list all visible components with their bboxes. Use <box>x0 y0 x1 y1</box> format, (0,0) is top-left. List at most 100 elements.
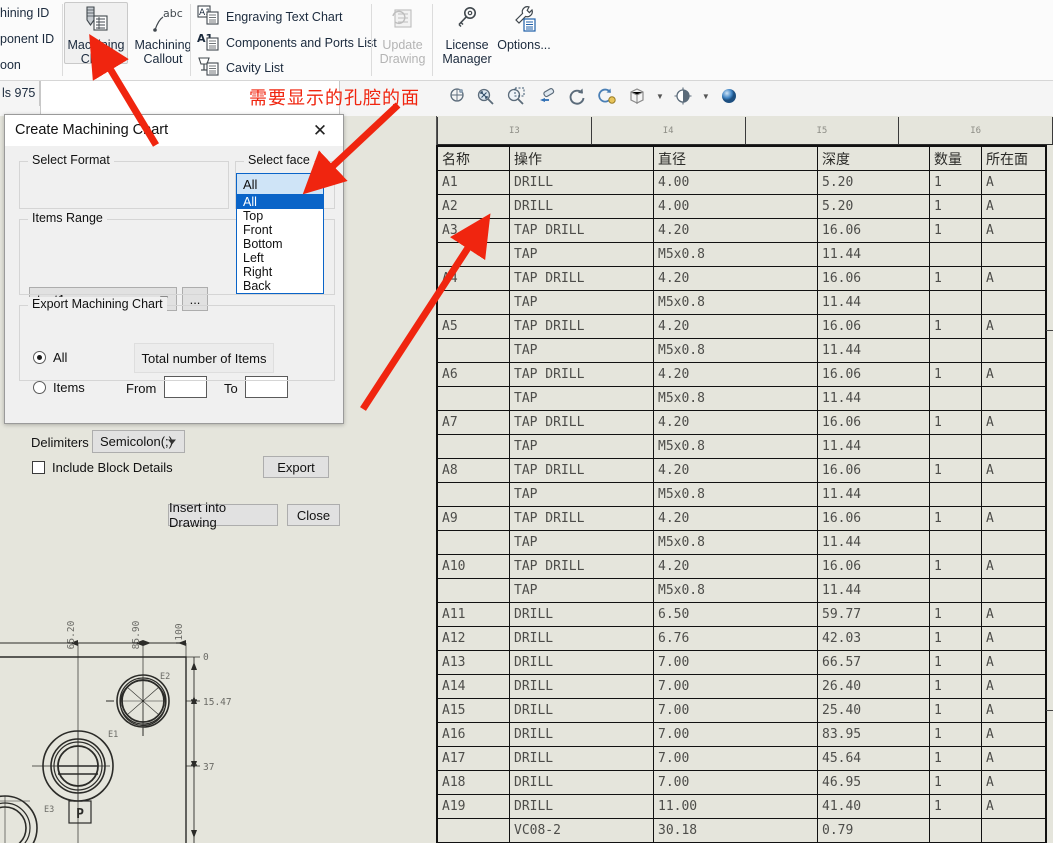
items-range-items-radio[interactable]: Items <box>33 380 85 395</box>
table-row[interactable]: A13 DRILL 7.00 66.57 1 A <box>437 650 1047 675</box>
rotate-icon[interactable] <box>564 82 590 110</box>
dim-0: 0 <box>203 652 209 663</box>
box-view-icon[interactable] <box>624 82 650 110</box>
ribbon-left-label-2[interactable]: ponent ID <box>0 32 54 46</box>
table-row[interactable]: A5 TAP DRILL 4.20 16.06 1 A <box>437 314 1047 339</box>
table-row[interactable]: A14 DRILL 7.00 26.40 1 A <box>437 674 1047 699</box>
ribbon-left-label-3[interactable]: oon <box>0 58 21 72</box>
feature-label-e2: E2 <box>160 672 170 682</box>
select-face-option[interactable]: Right <box>237 265 323 279</box>
table-row[interactable]: A10 TAP DRILL 4.20 16.06 1 A <box>437 554 1047 579</box>
table-cell: A <box>981 170 1047 195</box>
table-cell <box>437 242 510 267</box>
table-cell: TAP DRILL <box>509 554 654 579</box>
refresh-view-icon[interactable] <box>594 82 620 110</box>
table-row[interactable]: TAP M5x0.8 11.44 <box>437 434 1047 459</box>
ribbon-separator-4 <box>432 4 433 76</box>
update-drawing-button[interactable]: Update Drawing <box>375 4 430 66</box>
table-row[interactable]: A12 DRILL 6.76 42.03 1 A <box>437 626 1047 651</box>
select-face-option[interactable]: Back <box>237 279 323 293</box>
table-header-cell: 操作 <box>509 146 654 171</box>
close-button[interactable]: Close <box>287 504 340 526</box>
license-manager-button[interactable]: License Manager <box>437 4 497 66</box>
ribbon-left-label-1[interactable]: hining ID <box>0 6 49 20</box>
display-mode-chevron-down-icon[interactable]: ▼ <box>702 92 710 101</box>
table-row[interactable]: TAP M5x0.8 11.44 <box>437 386 1047 411</box>
table-cell <box>437 386 510 411</box>
engraving-text-chart-item[interactable]: A1 Engraving Text Chart <box>197 5 343 28</box>
components-ports-list-item[interactable]: A1 Components and Ports List <box>197 31 377 54</box>
cavity-list-item[interactable]: Cavity List <box>197 56 284 79</box>
table-cell: M5x0.8 <box>653 434 818 459</box>
table-cell: TAP <box>509 482 654 507</box>
select-face-option[interactable]: All <box>237 195 323 209</box>
zoom-previous-icon[interactable] <box>534 82 560 110</box>
table-cell: A <box>981 650 1047 675</box>
table-row[interactable]: A2 DRILL 4.00 5.20 1 A <box>437 194 1047 219</box>
chevron-down-icon <box>308 181 316 187</box>
select-face-option[interactable]: Front <box>237 223 323 237</box>
select-face-option[interactable]: Left <box>237 251 323 265</box>
select-face-dropdown-list[interactable]: All Top Front Bottom Left Right Back <box>236 195 324 294</box>
close-icon[interactable]: ✕ <box>299 115 341 146</box>
select-face-combobox[interactable]: All <box>236 173 324 195</box>
table-row[interactable]: A16 DRILL 7.00 83.95 1 A <box>437 722 1047 747</box>
table-row[interactable]: VC08-2 30.18 0.79 <box>437 818 1047 843</box>
license-manager-label-2: Manager <box>442 52 492 66</box>
shaded-sphere-icon[interactable] <box>716 82 742 110</box>
include-block-details-checkbox[interactable]: Include Block Details <box>32 460 173 475</box>
table-cell: 11.44 <box>817 290 930 315</box>
tab-tools-975[interactable]: ls 975 <box>0 81 40 106</box>
table-row[interactable]: A11 DRILL 6.50 59.77 1 A <box>437 602 1047 627</box>
table-cell: 16.06 <box>817 218 930 243</box>
insert-into-drawing-button[interactable]: Insert into Drawing <box>168 500 278 530</box>
table-row[interactable]: A6 TAP DRILL 4.20 16.06 1 A <box>437 362 1047 387</box>
pan-icon[interactable] <box>444 82 470 110</box>
table-cell: TAP <box>509 434 654 459</box>
table-cell: TAP <box>509 578 654 603</box>
table-cell: A17 <box>437 746 510 771</box>
table-row[interactable]: A15 DRILL 7.00 25.40 1 A <box>437 698 1047 723</box>
display-mode-icon[interactable] <box>670 82 696 110</box>
table-cell: A15 <box>437 698 510 723</box>
table-row[interactable]: A8 TAP DRILL 4.20 16.06 1 A <box>437 458 1047 483</box>
table-row[interactable]: A7 TAP DRILL 4.20 16.06 1 A <box>437 410 1047 435</box>
machining-callout-button[interactable]: abc Machining Callout <box>130 4 196 66</box>
feature-label-e3: E3 <box>44 805 54 815</box>
table-row[interactable]: A4 TAP DRILL 4.20 16.06 1 A <box>437 266 1047 291</box>
table-row[interactable]: A9 TAP DRILL 4.20 16.06 1 A <box>437 506 1047 531</box>
box-view-chevron-down-icon[interactable]: ▼ <box>656 92 664 101</box>
table-row[interactable]: TAP M5x0.8 11.44 <box>437 530 1047 555</box>
table-row[interactable]: TAP M5x0.8 11.44 <box>437 242 1047 267</box>
zoom-fit-icon[interactable] <box>474 82 500 110</box>
table-row[interactable]: TAP M5x0.8 11.44 <box>437 578 1047 603</box>
zoom-window-icon[interactable] <box>504 82 530 110</box>
dialog-title-bar[interactable]: Create Machining Chart ✕ <box>5 115 343 147</box>
table-row[interactable]: A3 TAP DRILL 4.20 16.06 1 A <box>437 218 1047 243</box>
delimiters-select[interactable]: Semicolon(;) <box>92 430 185 453</box>
annotation-red-note: 需要显示的孔腔的面 <box>249 88 420 109</box>
table-row[interactable]: TAP M5x0.8 11.44 <box>437 338 1047 363</box>
table-row[interactable]: A18 DRILL 7.00 46.95 1 A <box>437 770 1047 795</box>
options-button[interactable]: Options... <box>493 4 555 52</box>
zone-marker: I4 <box>591 117 746 145</box>
table-row[interactable]: A1 DRILL 4.00 5.20 1 A <box>437 170 1047 195</box>
cad-drawing-detail[interactable]: P 65.20 85.90 100 0 15.47 37 E2 E1 E3 <box>0 600 250 843</box>
table-cell: TAP DRILL <box>509 506 654 531</box>
table-row[interactable]: TAP M5x0.8 11.44 <box>437 482 1047 507</box>
items-range-items-label: Items <box>53 380 85 395</box>
machining-callout-label-2: Callout <box>143 52 183 66</box>
table-row[interactable]: A19 DRILL 11.00 41.40 1 A <box>437 794 1047 819</box>
export-button[interactable]: Export <box>263 456 329 478</box>
table-cell: 4.20 <box>653 314 818 339</box>
table-cell: 1 <box>929 674 982 699</box>
table-cell: 1 <box>929 554 982 579</box>
table-body: A1 DRILL 4.00 5.20 1 A A2 DRILL 4.00 5.20 1 A A3 TAP … <box>437 170 1047 843</box>
machining-chart-button[interactable]: Machining Chart <box>64 4 128 66</box>
table-cell: 1 <box>929 458 982 483</box>
select-face-option[interactable]: Bottom <box>237 237 323 251</box>
table-row[interactable]: TAP M5x0.8 11.44 <box>437 290 1047 315</box>
select-face-option[interactable]: Top <box>237 209 323 223</box>
dim-37: 37 <box>203 762 214 773</box>
table-row[interactable]: A17 DRILL 7.00 45.64 1 A <box>437 746 1047 771</box>
